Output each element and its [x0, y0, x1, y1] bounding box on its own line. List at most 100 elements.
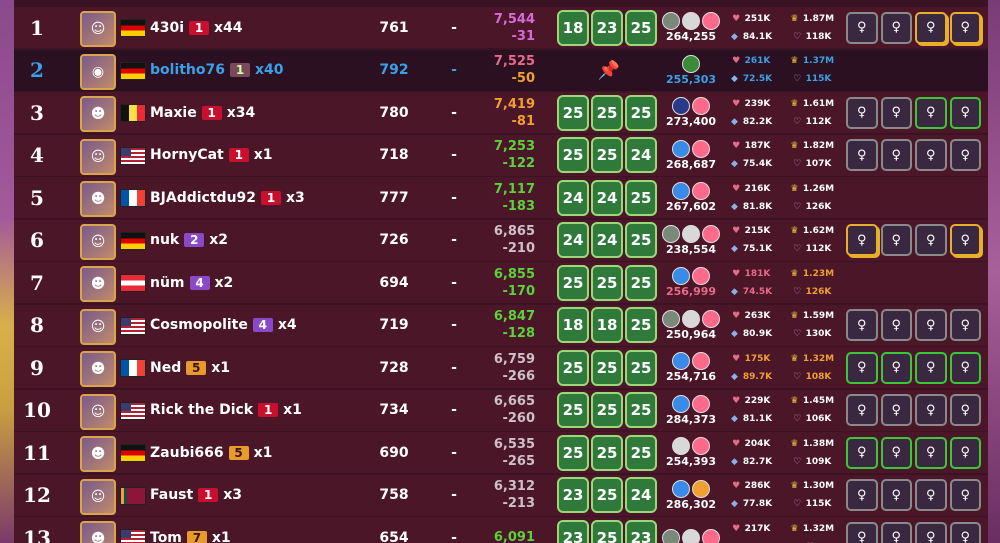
girl-portrait-icon[interactable]: ♀ — [880, 436, 912, 469]
player-name-group[interactable]: Rick the Dick 1 x1 — [150, 390, 302, 431]
girl-portrait-icon[interactable]: ♀ — [949, 224, 981, 256]
avatar[interactable]: ◉ — [80, 53, 116, 90]
girl-portrait-icon[interactable]: ♀ — [915, 521, 947, 543]
stat-defense: 75.1K — [742, 244, 773, 254]
table-row[interactable]: 6 ☺ nuk 2 x2 726-6,865 -210 24 24 25 238,554 ♥ 215K ◆… — [14, 219, 988, 261]
table-row[interactable]: 1 ☺ 430i 1 x44 761 - 7,544 -31 18 23 25 264,255 ♥ 251K… — [14, 7, 988, 48]
player-name-group[interactable]: Zaubi666 5 x1 — [150, 432, 272, 473]
avatar[interactable]: ☺ — [80, 223, 116, 260]
girl-portrait-icon[interactable]: ♀ — [915, 351, 947, 384]
girl-portrait-icon[interactable]: ♀ — [915, 96, 947, 129]
player-name-group[interactable]: bolitho76 1 x40 — [150, 50, 284, 91]
girl-portrait-icon[interactable]: ♀ — [949, 351, 981, 384]
player-name[interactable]: Rick the Dick — [150, 402, 253, 418]
girl-portrait-icon[interactable]: ♀ — [846, 11, 878, 44]
girl-portrait-icon[interactable]: ♀ — [880, 139, 912, 171]
avatar[interactable]: ☻ — [80, 351, 116, 387]
girl-portrait-icon[interactable]: ♀ — [846, 309, 878, 341]
table-row[interactable]: 7 ☻ nüm 4 x2 694-6,855 -170 25 25 25 256,999 ♥ 181K ◆… — [14, 262, 988, 303]
girl-portrait-icon[interactable]: ♀ — [949, 309, 981, 341]
girl-portrait-icon[interactable]: ♀ — [846, 521, 878, 543]
avatar[interactable]: ☺ — [80, 308, 116, 345]
girl-portrait-icon[interactable]: ♀ — [880, 394, 912, 426]
girl-portrait-icon[interactable]: ♀ — [949, 11, 981, 44]
table-row[interactable]: 8 ☺ Cosmopolite 4 x4 719-6,847 -128 18 18 25 250,9… — [14, 304, 988, 346]
player-name[interactable]: HornyCat — [150, 147, 224, 163]
girl-portrait-icon[interactable]: ♀ — [846, 351, 878, 384]
girl-portrait-icon[interactable]: ♀ — [880, 521, 912, 543]
stat-attack: 263K — [744, 311, 771, 321]
table-row[interactable]: 12 ☺ Faust 1 x3 758 - 6,312 -213 23 25 24 286,302 ♥ 28… — [14, 474, 988, 516]
player-name[interactable]: BJAddictdu92 — [150, 190, 256, 206]
avatar[interactable]: ☺ — [80, 393, 116, 430]
player-name-group[interactable]: Faust 1 x3 — [150, 475, 242, 516]
player-name-group[interactable]: Ned 5 x1 — [150, 347, 230, 388]
league-badge: 7 — [186, 530, 207, 543]
avatar[interactable]: ☺ — [80, 11, 116, 47]
avatar[interactable]: ☻ — [80, 96, 116, 132]
girl-portrait-icon[interactable]: ♀ — [880, 479, 912, 511]
rank-number: 1 — [30, 15, 44, 40]
girl-portrait-icon[interactable]: ♀ — [915, 11, 947, 44]
girl-portrait-icon[interactable]: ♀ — [949, 521, 981, 543]
table-row[interactable]: 11 ☻ Zaubi666 5 x1 690-6,535 -265 25 25 25 254,393… — [14, 432, 988, 473]
player-name[interactable]: bolitho76 — [150, 62, 225, 78]
girl-portrait-icon[interactable]: ♀ — [846, 436, 878, 469]
avatar[interactable]: ☻ — [80, 521, 116, 543]
player-name[interactable]: Ned — [150, 360, 181, 376]
player-name-group[interactable]: BJAddictdu92 1 x3 — [150, 177, 305, 218]
girl-portrait-icon[interactable]: ♀ — [880, 351, 912, 384]
table-row[interactable]: 10 ☺ Rick the Dick 1 x1 734-6,665 -260 25 25 25 28… — [14, 389, 988, 431]
girl-portrait-icon[interactable]: ♀ — [949, 96, 981, 129]
avatar[interactable]: ☻ — [80, 436, 116, 472]
stats-column-1: ♥ 204K ◆ 82.7K — [724, 432, 776, 473]
table-row[interactable]: 5 ☻ BJAddictdu92 1 x3 777-7,117 -183 24 24 25 267,… — [14, 177, 988, 218]
girl-portrait-icon[interactable]: ♀ — [880, 96, 912, 129]
avatar[interactable]: ☻ — [80, 266, 116, 302]
win-count: x3 — [223, 487, 242, 503]
player-name[interactable]: Tom — [150, 530, 182, 543]
girl-portrait-icon[interactable]: ♀ — [915, 224, 947, 256]
girl-portrait-icon[interactable]: ♀ — [846, 139, 878, 171]
avatar[interactable]: ☺ — [80, 478, 116, 515]
girl-portrait-icon[interactable]: ♀ — [949, 394, 981, 426]
girl-portrait-icon[interactable]: ♀ — [880, 309, 912, 341]
player-name[interactable]: Zaubi666 — [150, 445, 224, 461]
table-row[interactable]: 2 ◉ bolitho76 1 x40 792 - 7,525 -50 📌 255,303 ♥ 261K… — [14, 49, 988, 91]
player-name[interactable]: Maxie — [150, 105, 197, 121]
pin-icon[interactable]: 📌 — [594, 50, 624, 91]
girl-portrait-icon[interactable]: ♀ — [915, 309, 947, 341]
stats-column-2: ♛1.32M♡ — [784, 517, 838, 543]
girl-portrait-icon[interactable]: ♀ — [846, 394, 878, 426]
player-name[interactable]: nuk — [150, 232, 179, 248]
girl-portrait-icon[interactable]: ♀ — [915, 394, 947, 426]
girl-portrait-icon[interactable]: ♀ — [915, 139, 947, 171]
girl-portrait-icon[interactable]: ♀ — [949, 479, 981, 511]
girl-portrait-icon[interactable]: ♀ — [949, 436, 981, 469]
player-name-group[interactable]: Tom 7 x1 — [150, 517, 231, 543]
table-row[interactable]: 13☻Tom7x1654-6,091232523♥217K◆♛1.32M♡♀♀♀… — [14, 517, 988, 543]
girl-portrait-icon[interactable]: ♀ — [915, 436, 947, 469]
girl-portrait-icon[interactable]: ♀ — [949, 139, 981, 171]
table-row[interactable]: 9 ☻ Ned 5 x1 728-6,759 -266 25 25 25 254,716 ♥ 175K ◆… — [14, 347, 988, 388]
girl-portrait-icon[interactable]: ♀ — [846, 224, 878, 256]
girl-portrait-icon[interactable]: ♀ — [880, 224, 912, 256]
avatar[interactable]: ☻ — [80, 181, 116, 217]
girl-portrait-icon[interactable]: ♀ — [846, 479, 878, 511]
player-name-group[interactable]: 430i 1 x44 — [150, 7, 243, 48]
girl-portrait-icon[interactable]: ♀ — [846, 96, 878, 129]
player-name-group[interactable]: nuk 2 x2 — [150, 220, 228, 261]
player-name-group[interactable]: Maxie 1 x34 — [150, 92, 255, 133]
player-name[interactable]: 430i — [150, 20, 184, 36]
player-name[interactable]: Cosmopolite — [150, 317, 248, 333]
girl-portrait-icon[interactable]: ♀ — [915, 479, 947, 511]
player-name[interactable]: Faust — [150, 487, 193, 503]
avatar[interactable]: ☺ — [80, 138, 116, 175]
player-name[interactable]: nüm — [150, 275, 185, 291]
table-row[interactable]: 4 ☺ HornyCat 1 x1 718-7,253 -122 25 25 24 268,687 ♥… — [14, 134, 988, 176]
player-name-group[interactable]: nüm 4 x2 — [150, 262, 233, 303]
table-row[interactable]: 3 ☻ Maxie 1 x34 780-7,419 -81 25 25 25 273,400 ♥ 239… — [14, 92, 988, 133]
girl-portrait-icon[interactable]: ♀ — [880, 11, 912, 44]
player-name-group[interactable]: Cosmopolite 4 x4 — [150, 305, 297, 346]
player-name-group[interactable]: HornyCat 1 x1 — [150, 135, 273, 176]
